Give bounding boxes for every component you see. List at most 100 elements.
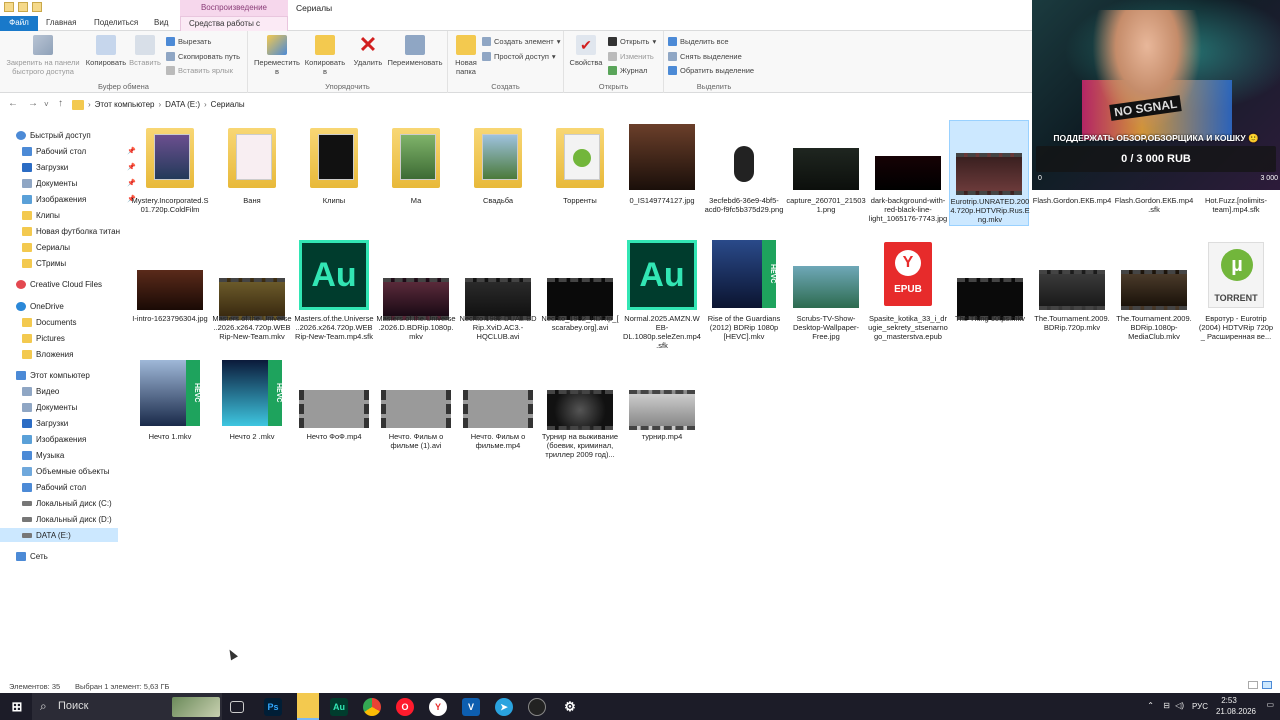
chrome-icon[interactable] bbox=[363, 698, 381, 716]
nav-onedrive[interactable]: OneDrive bbox=[4, 299, 122, 313]
windows-start-icon[interactable]: ⊞ bbox=[8, 698, 26, 716]
back-arrow-icon[interactable]: ← bbox=[8, 98, 18, 109]
file-item[interactable]: Y EPUB Spasite_kotika_33_i_drugie_sekrety… bbox=[868, 240, 948, 358]
nav-item-series[interactable]: Сериалы bbox=[22, 240, 140, 254]
volume-icon[interactable]: ◁) bbox=[1175, 701, 1184, 710]
nav-pc-3d-objects[interactable]: Объемные объекты bbox=[22, 464, 140, 478]
invert-selection-button[interactable]: Обратить выделение bbox=[668, 66, 754, 75]
file-item[interactable]: HEVC Rise of the Guardians (2012) BDRip … bbox=[704, 240, 784, 358]
file-item[interactable]: dark-background-with-red-black-line-ligh… bbox=[868, 122, 948, 223]
file-item[interactable]: Нечто ФоФ.mp4 bbox=[294, 358, 374, 474]
nav-onedrive-pictures[interactable]: Pictures bbox=[22, 331, 140, 345]
properties-button[interactable]: ✔ Свойства bbox=[568, 35, 604, 67]
nav-pc-videos[interactable]: Видео bbox=[22, 384, 140, 398]
file-item[interactable]: 0_IS149774127.jpg bbox=[622, 122, 702, 222]
tab-video-tools[interactable]: Средства работы с видео bbox=[180, 16, 288, 42]
details-view-icon[interactable] bbox=[1248, 681, 1258, 689]
copy-path-button[interactable]: Скопировать путь bbox=[166, 52, 240, 61]
clock-time[interactable]: 2:53 bbox=[1212, 696, 1246, 705]
nav-item-tshirt[interactable]: Новая футболка титан bbox=[22, 224, 140, 238]
file-item[interactable]: capture_260701_215031.png bbox=[786, 122, 866, 222]
nav-pc-music[interactable]: Музыка bbox=[22, 448, 140, 462]
file-item[interactable]: 3ecfebd6-36e9-4bf5-acd0-f9fc5b375d29.png bbox=[704, 122, 784, 222]
tab-file[interactable]: Файл bbox=[0, 16, 38, 31]
nav-onedrive-documents[interactable]: Documents bbox=[22, 315, 140, 329]
file-explorer-icon[interactable] bbox=[297, 693, 319, 720]
open-button[interactable]: Открыть ▾ bbox=[608, 37, 656, 46]
nav-pc-documents[interactable]: Документы bbox=[22, 400, 140, 414]
move-to-button[interactable]: Переместить в bbox=[252, 35, 302, 76]
vegas-icon[interactable]: V bbox=[462, 698, 480, 716]
cut-button[interactable]: Вырезать bbox=[166, 37, 211, 46]
nav-this-pc[interactable]: Этот компьютер bbox=[4, 368, 122, 382]
notifications-icon[interactable]: ▭ bbox=[1266, 700, 1274, 709]
file-item[interactable]: Nechto.1982.DUAL.BDRip.XviD.AC3.-HQCLUB.… bbox=[458, 240, 538, 358]
tab-share[interactable]: Поделиться bbox=[86, 16, 146, 31]
breadcrumb-drive[interactable]: DATA (E:) bbox=[165, 100, 200, 109]
file-item[interactable]: Нечто. Фильм о фильме (1).avi bbox=[376, 358, 456, 474]
file-item[interactable]: Au Normal.2025.AMZN.WEB-DL.1080p.seleZen… bbox=[622, 240, 702, 358]
file-item[interactable]: Клипы bbox=[294, 122, 374, 222]
file-item[interactable]: Masters.of.the.Universe.2026.D.BDRip.108… bbox=[376, 240, 456, 358]
nav-pc-drive-c[interactable]: Локальный диск (C:) bbox=[22, 496, 140, 510]
photoshop-icon[interactable]: Ps bbox=[264, 698, 282, 716]
nav-creative-cloud[interactable]: Creative Cloud Files bbox=[4, 277, 122, 291]
nav-item-documents[interactable]: Документы 📌 bbox=[22, 176, 140, 190]
chevron-up-icon[interactable]: ⌃ bbox=[1147, 701, 1154, 710]
nav-pc-drive-d[interactable]: Локальный диск (D:) bbox=[22, 512, 140, 526]
new-folder-button[interactable]: Новая папка bbox=[452, 35, 480, 76]
nav-item-streams[interactable]: СТримы bbox=[22, 256, 140, 270]
file-item[interactable]: Scrubs-TV-Show-Desktop-Wallpaper-Free.jp… bbox=[786, 240, 866, 358]
tab-home[interactable]: Главная bbox=[38, 16, 84, 31]
large-icons-view-icon[interactable] bbox=[1262, 681, 1272, 689]
language-indicator[interactable]: РУС bbox=[1192, 702, 1208, 711]
pin-button[interactable]: Закрепить на панели быстрого доступа bbox=[4, 35, 82, 76]
copy-button[interactable]: Копировать bbox=[84, 35, 128, 67]
nav-item-desktop[interactable]: Рабочий стол 📌 bbox=[22, 144, 140, 158]
task-view-icon[interactable] bbox=[230, 701, 244, 713]
nav-item-pictures[interactable]: Изображения 📌 bbox=[22, 192, 140, 206]
nav-network[interactable]: Сеть bbox=[4, 549, 122, 563]
telegram-icon[interactable]: ➤ bbox=[495, 698, 513, 716]
nav-onedrive-attachments[interactable]: Вложения bbox=[22, 347, 140, 361]
properties-icon[interactable] bbox=[18, 2, 28, 12]
file-item[interactable]: The.Tournament.2009.BDRip.1080p-MediaClu… bbox=[1114, 240, 1194, 358]
nav-item-clips[interactable]: Клипы bbox=[22, 208, 140, 222]
file-item-selected[interactable]: Eurotrip.UNRATED.2004.720p.HDTVRip.Rus.E… bbox=[949, 120, 1030, 226]
up-arrow-icon[interactable]: ↑ bbox=[58, 98, 63, 109]
file-item[interactable]: Au Masters.of.the.Universe..2026.x264.72… bbox=[294, 240, 374, 358]
new-folder-icon[interactable] bbox=[32, 2, 42, 12]
copy-to-button[interactable]: Копировать в bbox=[302, 35, 348, 76]
file-item[interactable]: HEVC Нечто 2 .mkv bbox=[212, 358, 292, 474]
file-item[interactable]: HEVC Нечто 1.mkv bbox=[130, 358, 210, 474]
file-item[interactable]: Торренты bbox=[540, 122, 620, 222]
obs-icon[interactable] bbox=[528, 698, 546, 716]
clock-date[interactable]: 21.08.2026 bbox=[1216, 707, 1256, 716]
forward-arrow-icon[interactable]: → bbox=[28, 98, 38, 109]
delete-button[interactable]: ✕ Удалить bbox=[350, 34, 386, 68]
paste-button[interactable]: Вставить bbox=[128, 35, 162, 67]
select-all-button[interactable]: Выделить все bbox=[668, 37, 729, 46]
select-none-button[interactable]: Снять выделение bbox=[668, 52, 742, 61]
file-item[interactable]: Ваня bbox=[212, 122, 292, 222]
tab-view[interactable]: Вид bbox=[146, 16, 176, 31]
breadcrumb[interactable]: › Этот компьютер › DATA (E:) › Сериалы bbox=[72, 97, 1027, 112]
new-item-button[interactable]: Создать элемент ▾ bbox=[482, 37, 560, 46]
file-item[interactable]: Masters.of.the.Universe..2026.x264.720p.… bbox=[212, 240, 292, 358]
folder-icon[interactable] bbox=[4, 2, 14, 12]
rename-button[interactable]: Переименовать bbox=[384, 35, 446, 67]
breadcrumb-this-pc[interactable]: Этот компьютер bbox=[95, 100, 155, 109]
file-item[interactable]: The Thing 60fps.mkv bbox=[950, 240, 1030, 358]
nav-quick-access[interactable]: Быстрый доступ bbox=[4, 128, 122, 142]
file-item[interactable]: Свадьба bbox=[458, 122, 538, 222]
network-icon[interactable]: ⊟ bbox=[1163, 701, 1170, 710]
nav-pc-pictures[interactable]: Изображения bbox=[22, 432, 140, 446]
nav-item-downloads[interactable]: Загрузки 📌 bbox=[22, 160, 140, 174]
file-item[interactable]: Турнир на выживание (боевик, криминал, т… bbox=[540, 358, 620, 474]
file-item[interactable]: Нечто. Фильм о фильме.mp4 bbox=[458, 358, 538, 474]
history-button[interactable]: Журнал bbox=[608, 66, 647, 75]
file-item[interactable]: The.Tournament.2009.BDRip.720p.mkv bbox=[1032, 240, 1112, 358]
nav-pc-desktop[interactable]: Рабочий стол bbox=[22, 480, 140, 494]
file-item[interactable]: I-intro-1623796304.jpg bbox=[130, 240, 210, 358]
easy-access-button[interactable]: Простой доступ ▾ bbox=[482, 52, 556, 61]
